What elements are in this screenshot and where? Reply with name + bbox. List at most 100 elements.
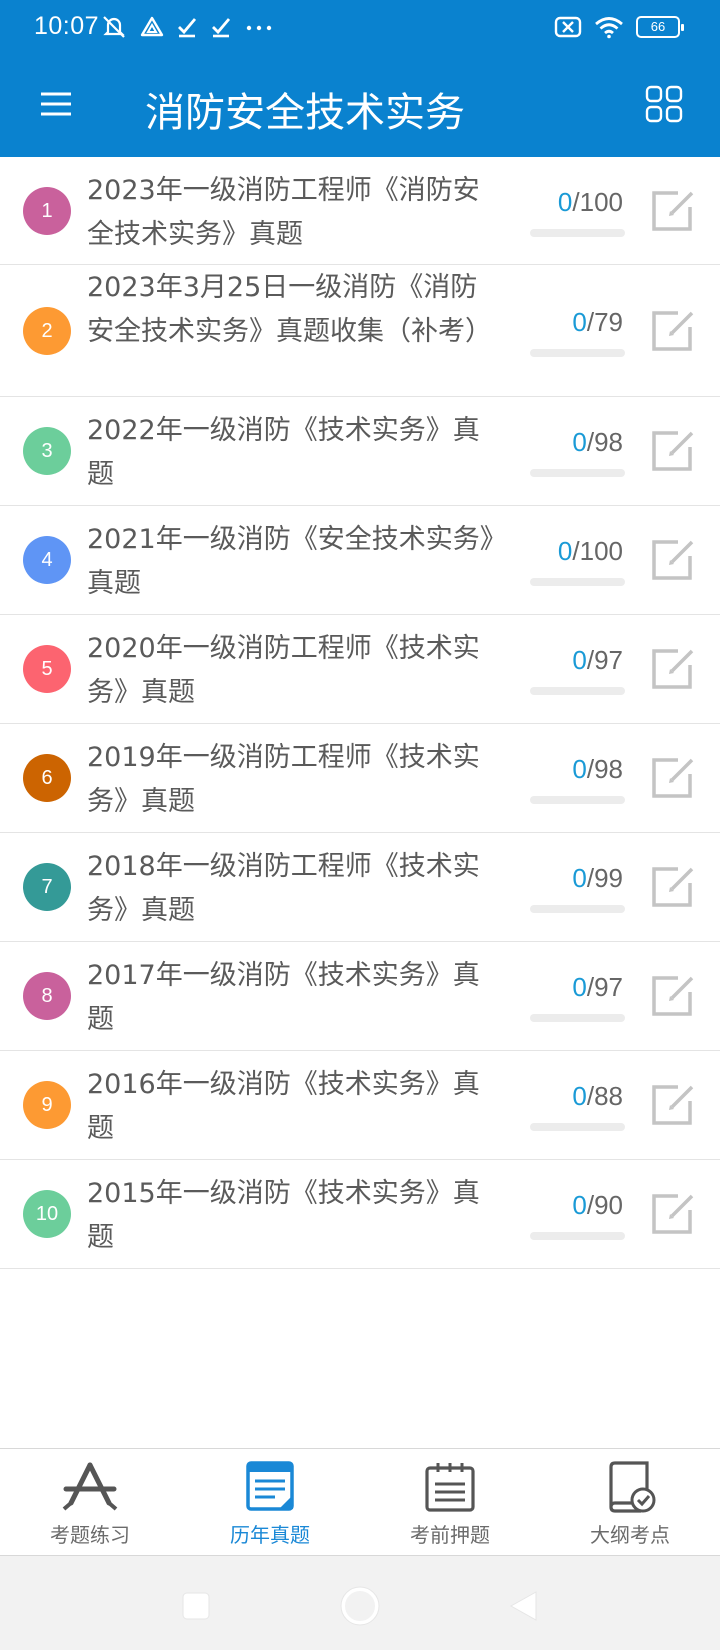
progress-bar	[530, 687, 625, 695]
exam-title: 2019年一级消防工程师《技术实务》真题	[87, 742, 480, 817]
exam-title: 2020年一级消防工程师《技术实务》真题	[87, 633, 480, 708]
progress-bar	[530, 229, 625, 237]
list-item[interactable]: 2 2023年3月25日一级消防《消防安全技术实务》真题收集（补考） 0/79	[0, 265, 720, 397]
list-item[interactable]: 1 2023年一级消防工程师《消防安全技术实务》真题 0/100	[0, 157, 720, 265]
score: 0/100	[513, 187, 623, 218]
edit-icon[interactable]	[648, 1188, 698, 1238]
list-item[interactable]: 8 2017年一级消防《技术实务》真题 0/97	[0, 942, 720, 1051]
index-badge: 5	[23, 645, 71, 693]
score-done: 0	[572, 754, 587, 784]
score-total: /98	[586, 427, 623, 457]
score-done: 0	[572, 307, 587, 337]
exam-title: 2023年3月25日一级消防《消防安全技术实务》真题收集（补考）	[87, 272, 492, 347]
check-icon	[178, 18, 197, 38]
more-icon	[246, 25, 272, 31]
mute-icon	[103, 16, 125, 38]
score: 0/100	[513, 536, 623, 567]
score: 0/88	[513, 1081, 623, 1112]
exam-title: 2021年一级消防《安全技术实务》真题	[87, 524, 494, 599]
index-badge: 4	[23, 536, 71, 584]
edit-icon[interactable]	[648, 1079, 698, 1129]
score-total: /100	[572, 187, 623, 217]
exam-list: 1 2023年一级消防工程师《消防安全技术实务》真题 0/100 2 2023年…	[0, 157, 720, 1269]
score-total: /98	[586, 754, 623, 784]
exam-title: 2022年一级消防《技术实务》真题	[87, 415, 480, 490]
progress-bar	[530, 1232, 625, 1240]
edit-icon[interactable]	[648, 752, 698, 802]
exam-title: 2018年一级消防工程师《技术实务》真题	[87, 851, 480, 926]
drive-icon	[140, 16, 164, 37]
check-icon	[212, 18, 231, 38]
nav-tab-practice[interactable]: 考题练习	[0, 1449, 180, 1555]
score-done: 0	[557, 536, 573, 566]
progress-bar	[530, 905, 625, 913]
score: 0/99	[513, 863, 623, 894]
progress-bar	[530, 578, 625, 586]
edit-icon[interactable]	[648, 970, 698, 1020]
page-title: 消防安全技术实务	[145, 90, 465, 136]
index-badge: 7	[23, 863, 71, 911]
list-item[interactable]: 9 2016年一级消防《技术实务》真题 0/88	[0, 1051, 720, 1160]
grid-icon[interactable]	[644, 84, 684, 124]
list-item[interactable]: 3 2022年一级消防《技术实务》真题 0/98	[0, 397, 720, 506]
outline-book-icon	[609, 1461, 656, 1513]
notepad-icon	[425, 1463, 475, 1512]
battery-icon: 66	[636, 16, 684, 38]
list-item[interactable]: 5 2020年一级消防工程师《技术实务》真题 0/97	[0, 615, 720, 724]
edit-icon[interactable]	[648, 305, 698, 355]
status-time: 10:07	[34, 12, 100, 40]
wifi-icon	[595, 17, 623, 39]
exam-title: 2015年一级消防《技术实务》真题	[87, 1178, 480, 1253]
exam-title: 2023年一级消防工程师《消防安全技术实务》真题	[87, 175, 480, 250]
index-badge: 6	[23, 754, 71, 802]
home-icon[interactable]	[340, 1586, 380, 1626]
exam-title: 2016年一级消防《技术实务》真题	[87, 1069, 480, 1144]
progress-bar	[530, 349, 625, 357]
list-item[interactable]: 7 2018年一级消防工程师《技术实务》真题 0/99	[0, 833, 720, 942]
nav-tab-predictions[interactable]: 考前押题	[360, 1449, 540, 1555]
hamburger-icon[interactable]	[38, 86, 74, 122]
index-badge: 9	[23, 1081, 71, 1129]
index-badge: 8	[23, 972, 71, 1020]
index-badge: 2	[23, 307, 71, 355]
edit-icon[interactable]	[648, 861, 698, 911]
nav-tab-outline[interactable]: 大纲考点	[540, 1449, 720, 1555]
score: 0/97	[513, 972, 623, 1003]
edit-icon[interactable]	[648, 534, 698, 584]
battery-level: 66	[650, 19, 666, 34]
sim-off-icon	[554, 16, 582, 38]
score-total: /99	[586, 863, 623, 893]
list-item[interactable]: 10 2015年一级消防《技术实务》真题 0/90	[0, 1160, 720, 1269]
nav-label: 大纲考点	[590, 1523, 670, 1547]
status-bar: 10:07 66	[0, 0, 720, 54]
score: 0/98	[513, 754, 623, 785]
score-total: /100	[572, 536, 623, 566]
edit-icon[interactable]	[648, 185, 698, 235]
score-done: 0	[572, 972, 587, 1002]
score: 0/97	[513, 645, 623, 676]
list-item[interactable]: 4 2021年一级消防《安全技术实务》真题 0/100	[0, 506, 720, 615]
progress-bar	[530, 1123, 625, 1131]
nav-label: 考前押题	[410, 1523, 490, 1547]
exam-title: 2017年一级消防《技术实务》真题	[87, 960, 480, 1035]
progress-bar	[530, 796, 625, 804]
status-icons-left	[100, 13, 274, 41]
back-icon[interactable]	[508, 1590, 538, 1622]
index-badge: 10	[23, 1190, 71, 1238]
score-total: /97	[586, 645, 623, 675]
edit-icon[interactable]	[648, 425, 698, 475]
score-done: 0	[572, 863, 587, 893]
score-done: 0	[572, 1081, 587, 1111]
app-bar: 消防安全技术实务	[0, 54, 720, 157]
score-done: 0	[557, 187, 573, 217]
nav-label: 考题练习	[50, 1523, 130, 1547]
score-total: /79	[586, 307, 623, 337]
index-badge: 1	[23, 187, 71, 235]
recent-apps-icon[interactable]	[182, 1592, 210, 1620]
nav-tab-past-papers[interactable]: 历年真题	[180, 1449, 360, 1555]
bottom-nav: 考题练习 历年真题 考前押题 大纲考点	[0, 1448, 720, 1556]
score: 0/79	[513, 307, 623, 338]
edit-icon[interactable]	[648, 643, 698, 693]
list-item[interactable]: 6 2019年一级消防工程师《技术实务》真题 0/98	[0, 724, 720, 833]
score: 0/90	[513, 1190, 623, 1221]
